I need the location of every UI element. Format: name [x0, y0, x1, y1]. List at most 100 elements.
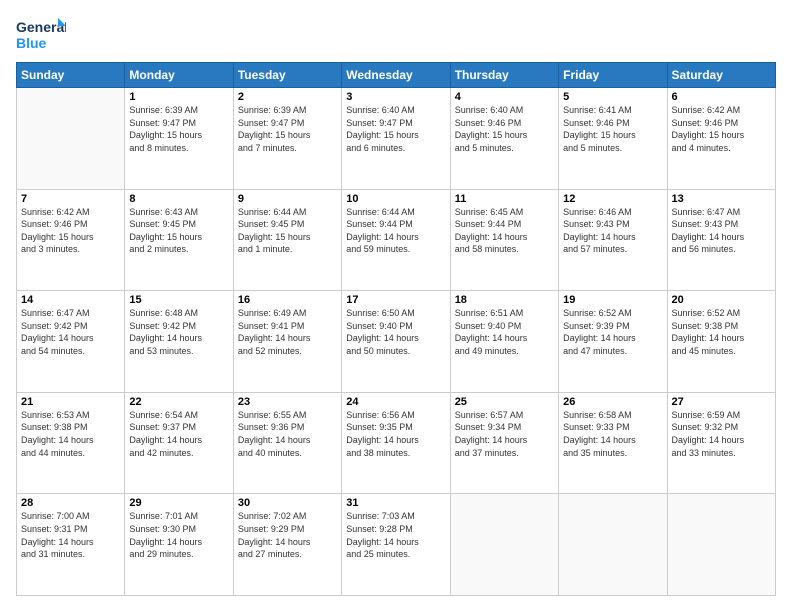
day-number: 15 [129, 294, 228, 306]
calendar-day-cell: 13Sunrise: 6:47 AM Sunset: 9:43 PM Dayli… [667, 189, 775, 291]
calendar-day-cell: 14Sunrise: 6:47 AM Sunset: 9:42 PM Dayli… [17, 291, 125, 393]
day-info: Sunrise: 6:59 AM Sunset: 9:32 PM Dayligh… [672, 409, 771, 459]
calendar-day-cell: 17Sunrise: 6:50 AM Sunset: 9:40 PM Dayli… [342, 291, 450, 393]
day-number: 29 [129, 497, 228, 509]
day-info: Sunrise: 6:47 AM Sunset: 9:43 PM Dayligh… [672, 206, 771, 256]
day-info: Sunrise: 6:51 AM Sunset: 9:40 PM Dayligh… [455, 307, 554, 357]
calendar-day-cell: 6Sunrise: 6:42 AM Sunset: 9:46 PM Daylig… [667, 88, 775, 190]
day-info: Sunrise: 6:50 AM Sunset: 9:40 PM Dayligh… [346, 307, 445, 357]
day-number: 5 [563, 91, 662, 103]
day-info: Sunrise: 6:44 AM Sunset: 9:45 PM Dayligh… [238, 206, 337, 256]
day-number: 16 [238, 294, 337, 306]
day-info: Sunrise: 7:02 AM Sunset: 9:29 PM Dayligh… [238, 510, 337, 560]
calendar-day-cell: 20Sunrise: 6:52 AM Sunset: 9:38 PM Dayli… [667, 291, 775, 393]
day-number: 22 [129, 396, 228, 408]
calendar-day-cell: 23Sunrise: 6:55 AM Sunset: 9:36 PM Dayli… [233, 392, 341, 494]
day-number: 24 [346, 396, 445, 408]
day-number: 14 [21, 294, 120, 306]
calendar-header-row: SundayMondayTuesdayWednesdayThursdayFrid… [17, 63, 776, 88]
calendar-day-cell: 24Sunrise: 6:56 AM Sunset: 9:35 PM Dayli… [342, 392, 450, 494]
day-info: Sunrise: 6:57 AM Sunset: 9:34 PM Dayligh… [455, 409, 554, 459]
day-info: Sunrise: 6:48 AM Sunset: 9:42 PM Dayligh… [129, 307, 228, 357]
logo: General Blue [16, 16, 66, 54]
day-number: 7 [21, 193, 120, 205]
day-number: 27 [672, 396, 771, 408]
weekday-header: Thursday [450, 63, 558, 88]
day-number: 8 [129, 193, 228, 205]
day-number: 19 [563, 294, 662, 306]
day-number: 12 [563, 193, 662, 205]
day-number: 28 [21, 497, 120, 509]
day-info: Sunrise: 6:40 AM Sunset: 9:47 PM Dayligh… [346, 104, 445, 154]
day-info: Sunrise: 6:44 AM Sunset: 9:44 PM Dayligh… [346, 206, 445, 256]
day-info: Sunrise: 7:01 AM Sunset: 9:30 PM Dayligh… [129, 510, 228, 560]
day-number: 11 [455, 193, 554, 205]
calendar-day-cell: 29Sunrise: 7:01 AM Sunset: 9:30 PM Dayli… [125, 494, 233, 596]
day-info: Sunrise: 6:52 AM Sunset: 9:38 PM Dayligh… [672, 307, 771, 357]
day-info: Sunrise: 6:41 AM Sunset: 9:46 PM Dayligh… [563, 104, 662, 154]
calendar-day-cell: 7Sunrise: 6:42 AM Sunset: 9:46 PM Daylig… [17, 189, 125, 291]
day-info: Sunrise: 6:43 AM Sunset: 9:45 PM Dayligh… [129, 206, 228, 256]
day-info: Sunrise: 6:55 AM Sunset: 9:36 PM Dayligh… [238, 409, 337, 459]
calendar-day-cell: 30Sunrise: 7:02 AM Sunset: 9:29 PM Dayli… [233, 494, 341, 596]
day-info: Sunrise: 6:42 AM Sunset: 9:46 PM Dayligh… [21, 206, 120, 256]
day-number: 10 [346, 193, 445, 205]
day-number: 3 [346, 91, 445, 103]
calendar-day-cell: 12Sunrise: 6:46 AM Sunset: 9:43 PM Dayli… [559, 189, 667, 291]
weekday-header: Wednesday [342, 63, 450, 88]
day-info: Sunrise: 6:47 AM Sunset: 9:42 PM Dayligh… [21, 307, 120, 357]
calendar-week-row: 28Sunrise: 7:00 AM Sunset: 9:31 PM Dayli… [17, 494, 776, 596]
page: General Blue SundayMondayTuesdayWednesda… [0, 0, 792, 612]
day-number: 23 [238, 396, 337, 408]
calendar-day-cell [667, 494, 775, 596]
calendar-day-cell [17, 88, 125, 190]
calendar-day-cell: 4Sunrise: 6:40 AM Sunset: 9:46 PM Daylig… [450, 88, 558, 190]
day-number: 18 [455, 294, 554, 306]
calendar-day-cell: 8Sunrise: 6:43 AM Sunset: 9:45 PM Daylig… [125, 189, 233, 291]
weekday-header: Friday [559, 63, 667, 88]
day-number: 25 [455, 396, 554, 408]
calendar-day-cell: 11Sunrise: 6:45 AM Sunset: 9:44 PM Dayli… [450, 189, 558, 291]
calendar-day-cell: 5Sunrise: 6:41 AM Sunset: 9:46 PM Daylig… [559, 88, 667, 190]
calendar-week-row: 1Sunrise: 6:39 AM Sunset: 9:47 PM Daylig… [17, 88, 776, 190]
calendar-day-cell: 2Sunrise: 6:39 AM Sunset: 9:47 PM Daylig… [233, 88, 341, 190]
logo-svg: General Blue [16, 16, 66, 54]
day-info: Sunrise: 6:53 AM Sunset: 9:38 PM Dayligh… [21, 409, 120, 459]
calendar-day-cell: 26Sunrise: 6:58 AM Sunset: 9:33 PM Dayli… [559, 392, 667, 494]
day-number: 31 [346, 497, 445, 509]
day-info: Sunrise: 6:52 AM Sunset: 9:39 PM Dayligh… [563, 307, 662, 357]
day-info: Sunrise: 6:39 AM Sunset: 9:47 PM Dayligh… [238, 104, 337, 154]
day-number: 4 [455, 91, 554, 103]
weekday-header: Saturday [667, 63, 775, 88]
calendar-day-cell: 16Sunrise: 6:49 AM Sunset: 9:41 PM Dayli… [233, 291, 341, 393]
day-info: Sunrise: 6:56 AM Sunset: 9:35 PM Dayligh… [346, 409, 445, 459]
day-number: 17 [346, 294, 445, 306]
day-number: 20 [672, 294, 771, 306]
day-info: Sunrise: 7:03 AM Sunset: 9:28 PM Dayligh… [346, 510, 445, 560]
calendar-day-cell: 18Sunrise: 6:51 AM Sunset: 9:40 PM Dayli… [450, 291, 558, 393]
svg-text:Blue: Blue [16, 35, 47, 51]
day-info: Sunrise: 6:40 AM Sunset: 9:46 PM Dayligh… [455, 104, 554, 154]
calendar-day-cell: 3Sunrise: 6:40 AM Sunset: 9:47 PM Daylig… [342, 88, 450, 190]
calendar-day-cell: 15Sunrise: 6:48 AM Sunset: 9:42 PM Dayli… [125, 291, 233, 393]
calendar-day-cell: 1Sunrise: 6:39 AM Sunset: 9:47 PM Daylig… [125, 88, 233, 190]
calendar-day-cell: 25Sunrise: 6:57 AM Sunset: 9:34 PM Dayli… [450, 392, 558, 494]
calendar-day-cell: 28Sunrise: 7:00 AM Sunset: 9:31 PM Dayli… [17, 494, 125, 596]
weekday-header: Sunday [17, 63, 125, 88]
day-number: 21 [21, 396, 120, 408]
calendar-table: SundayMondayTuesdayWednesdayThursdayFrid… [16, 62, 776, 596]
day-number: 30 [238, 497, 337, 509]
calendar-day-cell [559, 494, 667, 596]
day-number: 2 [238, 91, 337, 103]
day-number: 1 [129, 91, 228, 103]
calendar-week-row: 21Sunrise: 6:53 AM Sunset: 9:38 PM Dayli… [17, 392, 776, 494]
calendar-day-cell: 27Sunrise: 6:59 AM Sunset: 9:32 PM Dayli… [667, 392, 775, 494]
calendar-day-cell: 10Sunrise: 6:44 AM Sunset: 9:44 PM Dayli… [342, 189, 450, 291]
day-info: Sunrise: 6:42 AM Sunset: 9:46 PM Dayligh… [672, 104, 771, 154]
calendar-day-cell [450, 494, 558, 596]
calendar-day-cell: 22Sunrise: 6:54 AM Sunset: 9:37 PM Dayli… [125, 392, 233, 494]
day-info: Sunrise: 6:58 AM Sunset: 9:33 PM Dayligh… [563, 409, 662, 459]
calendar-day-cell: 19Sunrise: 6:52 AM Sunset: 9:39 PM Dayli… [559, 291, 667, 393]
weekday-header: Tuesday [233, 63, 341, 88]
day-info: Sunrise: 6:39 AM Sunset: 9:47 PM Dayligh… [129, 104, 228, 154]
